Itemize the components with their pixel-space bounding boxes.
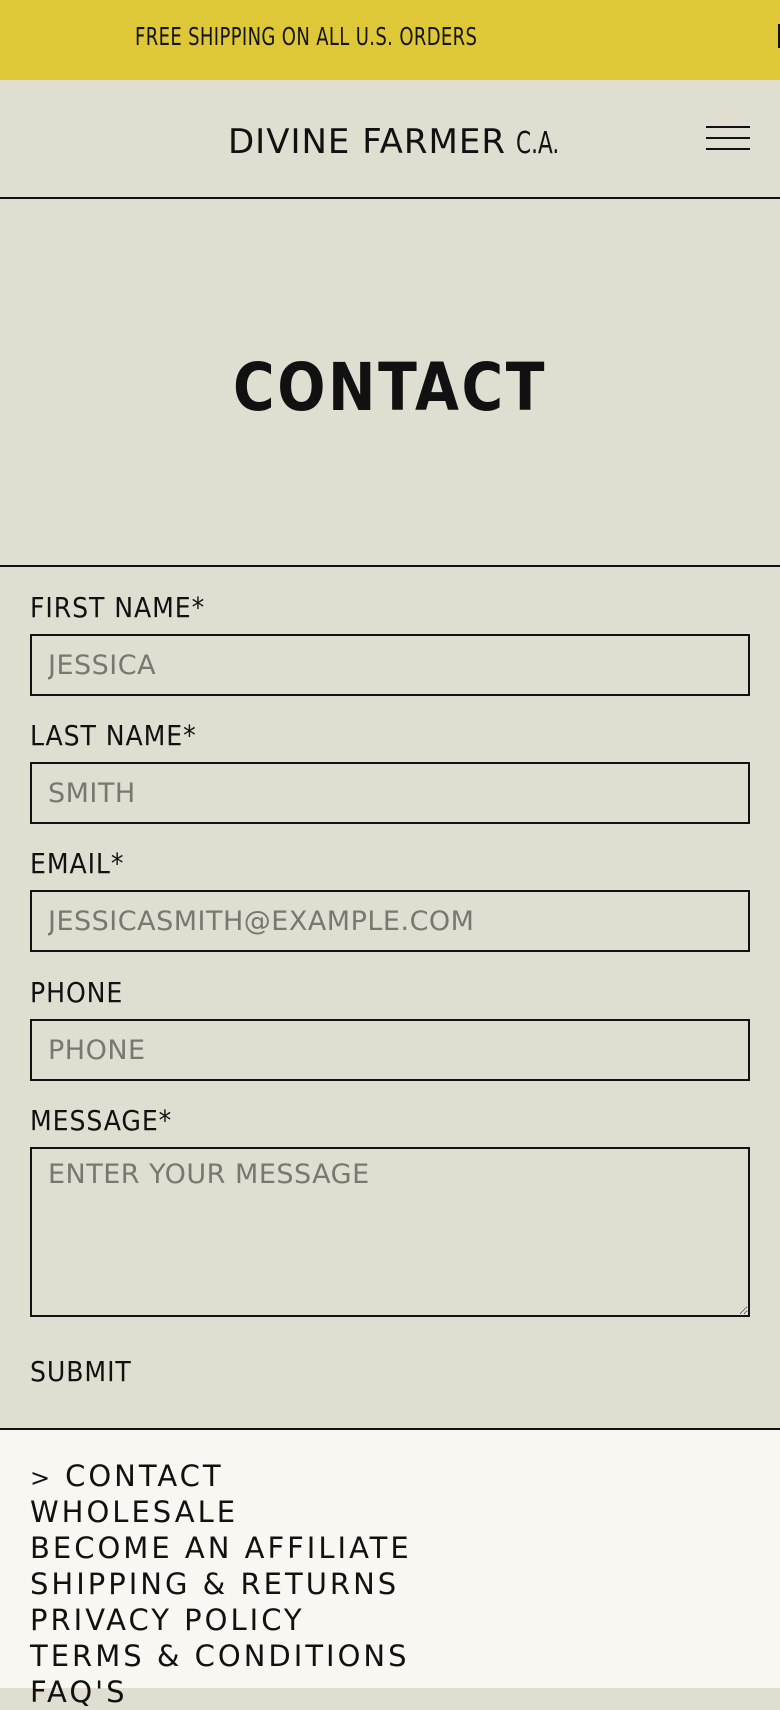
email-field[interactable]	[30, 890, 750, 952]
message-label: MESSAGE*	[30, 1104, 173, 1137]
first-name-field[interactable]	[30, 634, 750, 696]
footer-link-contact[interactable]: > CONTACT	[30, 1458, 412, 1494]
last-name-label: LAST NAME*	[30, 719, 197, 752]
footer-link-label: CONTACT	[65, 1459, 224, 1493]
first-name-label: FIRST NAME*	[30, 591, 206, 624]
brand-name: DIVINE FARMER	[228, 122, 506, 162]
footer-link-affiliate[interactable]: BECOME AN AFFILIATE	[30, 1530, 412, 1566]
footer-link-wholesale[interactable]: WHOLESALE	[30, 1494, 412, 1530]
footer-link-terms[interactable]: TERMS & CONDITIONS	[30, 1638, 412, 1674]
submit-button[interactable]: SUBMIT	[30, 1355, 132, 1388]
brand-suffix: C.A.	[515, 126, 560, 161]
active-marker: >	[30, 1464, 54, 1492]
site-header: DIVINE FARMER C.A.	[0, 80, 780, 199]
footer-link-faqs[interactable]: FAQ'S	[30, 1674, 412, 1710]
brand-logo[interactable]: DIVINE FARMER C.A.	[228, 122, 576, 162]
footer-nav: > CONTACT WHOLESALE BECOME AN AFFILIATE S…	[30, 1458, 412, 1710]
hero-banner: CONTACT	[0, 199, 780, 567]
email-label: EMAIL*	[30, 847, 125, 880]
phone-field[interactable]	[30, 1019, 750, 1081]
announcement-bar: FREE SHIPPING ON ALL U.S. ORDERS	[0, 0, 780, 80]
footer-link-privacy-policy[interactable]: PRIVACY POLICY	[30, 1602, 412, 1638]
hamburger-menu-icon[interactable]	[706, 126, 750, 152]
page-title: CONTACT	[232, 349, 548, 426]
last-name-field[interactable]	[30, 762, 750, 824]
announcement-text: FREE SHIPPING ON ALL U.S. ORDERS	[135, 22, 478, 51]
message-field[interactable]	[30, 1147, 750, 1317]
footer-link-shipping-returns[interactable]: SHIPPING & RETURNS	[30, 1566, 412, 1602]
site-footer: > CONTACT WHOLESALE BECOME AN AFFILIATE S…	[0, 1428, 780, 1709]
phone-label: PHONE	[30, 976, 124, 1009]
